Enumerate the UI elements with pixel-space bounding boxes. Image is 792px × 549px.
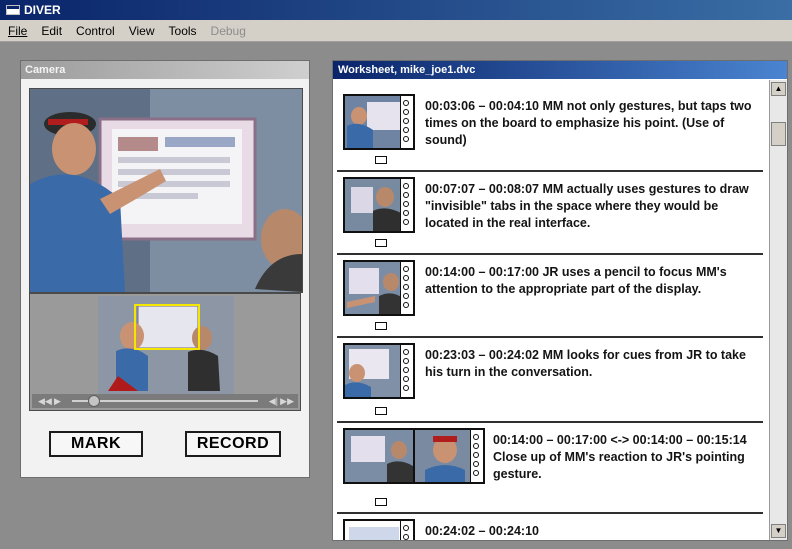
- worksheet-item[interactable]: 00:07:07 – 00:08:07 MM actually uses ges…: [337, 173, 763, 255]
- menu-edit[interactable]: Edit: [41, 24, 62, 38]
- item-separator: [337, 170, 763, 172]
- scroll-thumb[interactable]: [771, 122, 786, 146]
- menu-view[interactable]: View: [129, 24, 155, 38]
- play-icon[interactable]: ▶: [54, 394, 61, 408]
- item-separator: [337, 421, 763, 423]
- worksheet-scrollbar[interactable]: ▲ ▼: [769, 80, 787, 540]
- worksheet-item[interactable]: 00:14:00 – 00:17:00 JR uses a pencil to …: [337, 256, 763, 338]
- menu-debug: Debug: [210, 23, 246, 38]
- item-annotation[interactable]: 00:07:07 – 00:08:07 MM actually uses ges…: [425, 181, 755, 232]
- item-annotation[interactable]: 00:14:00 – 00:17:00 <-> 00:14:00 – 00:15…: [493, 432, 757, 483]
- app-icon: [6, 5, 20, 15]
- item-annotation[interactable]: 00:14:00 – 00:17:00 JR uses a pencil to …: [425, 264, 755, 298]
- camera-frame-image: [30, 89, 302, 292]
- preview-panel: ◀◀ ▶ ◀| ▶▶: [29, 293, 301, 411]
- record-button[interactable]: RECORD: [185, 431, 281, 457]
- film-reel-icon: [470, 430, 483, 482]
- mark-button[interactable]: MARK: [49, 431, 143, 457]
- menu-tools[interactable]: Tools: [169, 24, 197, 38]
- item-thumbnail-second[interactable]: [413, 428, 485, 484]
- playback-slider-knob[interactable]: [88, 395, 100, 407]
- menu-bar: File Edit Control View Tools Debug: [0, 20, 792, 42]
- worksheet-title: Worksheet, mike_joe1.dvc: [333, 61, 787, 79]
- item-annotation[interactable]: 00:03:06 – 00:04:10 MM not only gestures…: [425, 98, 755, 149]
- worksheet-item[interactable]: 00:14:00 – 00:17:00 <-> 00:14:00 – 00:15…: [337, 424, 763, 514]
- film-reel-icon: [400, 96, 413, 148]
- item-separator: [337, 512, 763, 514]
- item-separator: [337, 336, 763, 338]
- item-checkbox[interactable]: [375, 322, 387, 330]
- worksheet-item[interactable]: 00:03:06 – 00:04:10 MM not only gestures…: [337, 90, 763, 172]
- app-title: DIVER: [24, 3, 61, 17]
- playback-bar: ◀◀ ▶ ◀| ▶▶: [32, 394, 298, 408]
- item-annotation[interactable]: 00:24:02 – 00:24:10: [425, 523, 755, 540]
- item-checkbox[interactable]: [375, 156, 387, 164]
- rewind-icon[interactable]: ◀◀: [38, 394, 52, 408]
- item-checkbox[interactable]: [375, 239, 387, 247]
- film-reel-icon: [400, 345, 413, 397]
- menu-control[interactable]: Control: [76, 24, 115, 38]
- item-thumbnail[interactable]: [343, 428, 413, 484]
- worksheet-list: 00:03:06 – 00:04:10 MM not only gestures…: [333, 80, 767, 540]
- scroll-up-icon[interactable]: ▲: [771, 82, 786, 96]
- item-annotation[interactable]: 00:23:03 – 00:24:02 MM looks for cues fr…: [425, 347, 755, 381]
- item-thumbnail[interactable]: [343, 519, 415, 540]
- film-reel-icon: [400, 179, 413, 231]
- item-separator: [337, 253, 763, 255]
- step-back-icon[interactable]: ◀|: [269, 394, 278, 408]
- film-reel-icon: [400, 262, 413, 314]
- item-thumbnail[interactable]: [343, 177, 415, 233]
- item-checkbox[interactable]: [375, 498, 387, 506]
- overview-thumbnail[interactable]: [98, 296, 234, 394]
- title-bar: DIVER: [0, 0, 792, 20]
- item-thumbnail[interactable]: [343, 94, 415, 150]
- worksheet-window: Worksheet, mike_joe1.dvc 00:03:06 – 00:0…: [332, 60, 788, 541]
- camera-title: Camera: [21, 61, 309, 79]
- selection-rectangle[interactable]: [134, 304, 200, 350]
- camera-video-view[interactable]: [29, 88, 303, 293]
- camera-window: Camera ◀◀ ▶ ◀| ▶▶ MARK RECORD: [20, 60, 310, 478]
- item-thumbnail[interactable]: [343, 343, 415, 399]
- item-thumbnail[interactable]: [343, 260, 415, 316]
- film-reel-icon: [400, 521, 413, 540]
- item-checkbox[interactable]: [375, 407, 387, 415]
- fast-forward-icon[interactable]: ▶▶: [280, 394, 294, 408]
- worksheet-item[interactable]: 00:23:03 – 00:24:02 MM looks for cues fr…: [337, 339, 763, 423]
- scroll-down-icon[interactable]: ▼: [771, 524, 786, 538]
- worksheet-item[interactable]: 00:24:02 – 00:24:10: [337, 515, 763, 540]
- menu-file[interactable]: File: [8, 24, 27, 38]
